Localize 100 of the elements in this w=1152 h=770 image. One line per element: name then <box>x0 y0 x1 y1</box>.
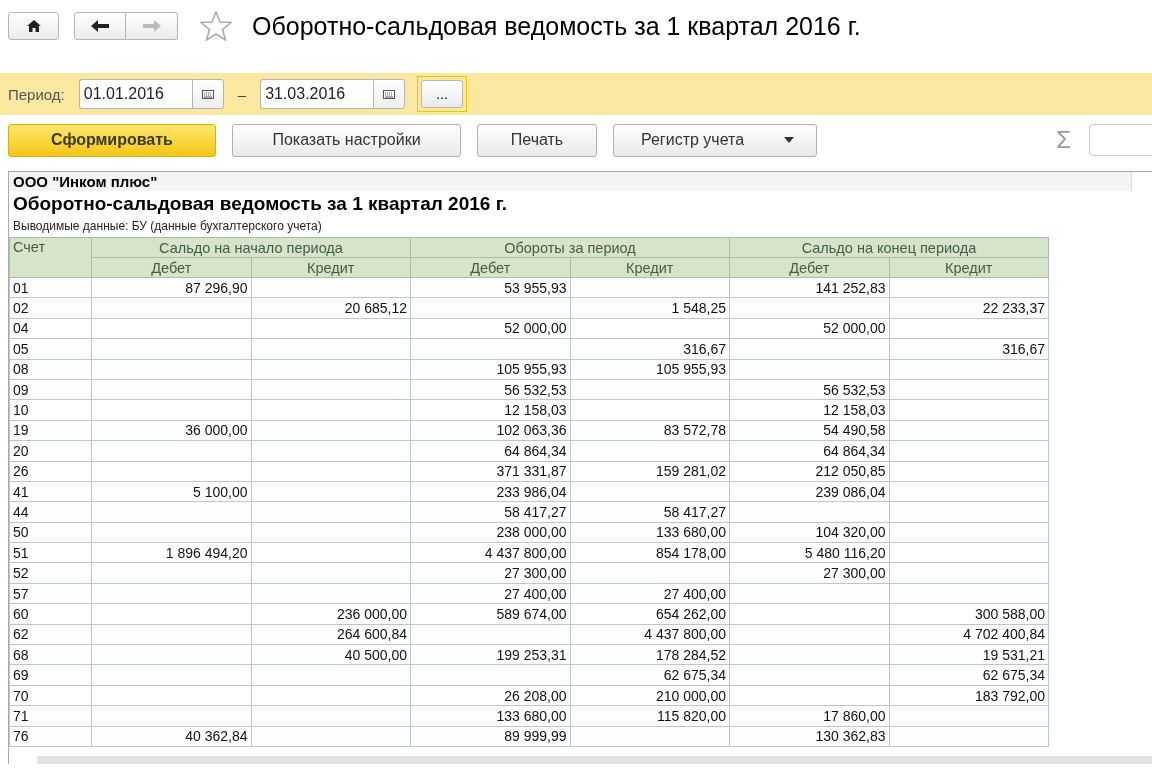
amount-cell: 5 100,00 <box>91 481 251 502</box>
right-arrow-icon <box>142 20 161 32</box>
amount-cell: 105 955,93 <box>570 359 730 380</box>
amount-cell: 212 050,85 <box>729 461 889 482</box>
toolbar-button[interactable]: Сформировать <box>8 123 216 157</box>
account-cell: 41 <box>9 481 92 502</box>
account-cell: 01 <box>9 277 92 298</box>
amount-cell: 115 820,00 <box>570 705 730 727</box>
amount-cell: 199 253,31 <box>410 644 570 665</box>
amount-cell: 40 500,00 <box>251 644 411 665</box>
period-select-button[interactable]: ... <box>421 80 464 108</box>
amount-cell: 89 999,99 <box>410 726 570 747</box>
amount-cell: 54 490,58 <box>729 420 889 441</box>
home-icon <box>26 20 41 32</box>
account-cell: 09 <box>9 379 92 400</box>
amount-cell: 58 417,27 <box>570 501 730 523</box>
amount-cell: 371 331,87 <box>410 461 570 482</box>
amount-cell: 300 588,00 <box>889 603 1049 625</box>
horizontal-scrollbar[interactable] <box>37 756 1152 764</box>
report-subtitle: Выводимые данные: БУ (данные бухгалтерского учета) <box>12 218 323 235</box>
amount-cell: 210 000,00 <box>570 685 730 706</box>
left-arrow-icon <box>91 20 109 32</box>
amount-cell: 589 674,00 <box>410 603 570 625</box>
back-button[interactable] <box>74 12 126 40</box>
amount-cell: 654 262,00 <box>570 603 730 625</box>
amount-cell: 4 437 800,00 <box>410 542 570 563</box>
sum-field[interactable] <box>1089 124 1152 156</box>
range-separator: – <box>237 85 247 103</box>
amount-cell: 52 000,00 <box>410 318 570 339</box>
amount-cell: 1 896 494,20 <box>91 542 251 563</box>
home-button[interactable] <box>8 12 59 40</box>
amount-cell: 1 548,25 <box>570 297 730 319</box>
amount-cell: 4 702 400,84 <box>889 624 1049 645</box>
caret-icon <box>784 137 795 143</box>
amount-cell: 316,67 <box>570 338 730 360</box>
toolbar-button[interactable]: Регистр учета <box>613 123 817 157</box>
amount-cell: 56 532,53 <box>729 379 889 400</box>
amount-cell: 12 158,03 <box>410 399 570 421</box>
calendar-icon[interactable] <box>201 89 214 99</box>
amount-cell: 64 864,34 <box>410 440 570 461</box>
amount-cell: 159 281,02 <box>570 461 730 482</box>
amount-cell: 264 600,84 <box>251 624 411 645</box>
amount-cell: 233 986,04 <box>410 481 570 502</box>
window-title: Оборотно-сальдовая ведомость за 1 квартал 2016 г. <box>252 11 861 41</box>
calendar-icon[interactable] <box>383 89 396 99</box>
account-cell: 08 <box>9 359 92 380</box>
period-label: Период: <box>8 85 65 103</box>
toolbar-button[interactable]: Печать <box>477 123 597 157</box>
amount-cell: 56 532,53 <box>410 379 570 400</box>
account-cell: 51 <box>9 542 92 563</box>
amount-cell: 105 955,93 <box>410 359 570 380</box>
amount-cell: 27 400,00 <box>570 583 730 604</box>
amount-cell: 4 437 800,00 <box>570 624 730 645</box>
account-cell: 70 <box>9 685 92 706</box>
account-cell: 62 <box>9 624 92 645</box>
amount-cell: 133 680,00 <box>570 522 730 543</box>
star-icon[interactable] <box>200 11 232 41</box>
account-cell: 20 <box>9 440 92 461</box>
amount-cell: 178 284,52 <box>570 644 730 665</box>
amount-cell: 104 320,00 <box>729 522 889 543</box>
account-cell: 44 <box>9 501 92 523</box>
account-cell: 02 <box>9 297 92 319</box>
amount-cell: 64 864,34 <box>729 440 889 461</box>
amount-cell: 239 086,04 <box>729 481 889 502</box>
account-cell: 68 <box>9 644 92 665</box>
date-from-field[interactable]: 01.01.2016 <box>78 79 192 109</box>
toolbar-button[interactable]: Показать настройки <box>232 123 461 157</box>
amount-cell: 87 296,90 <box>91 277 251 298</box>
account-cell: 19 <box>9 420 92 441</box>
amount-cell: 854 178,00 <box>570 542 730 563</box>
date-to-field[interactable]: 31.03.2016 <box>260 79 374 109</box>
amount-cell: 58 417,27 <box>410 501 570 523</box>
amount-cell: 20 685,12 <box>251 297 411 319</box>
amount-cell: 36 000,00 <box>91 420 251 441</box>
column-header: Счет <box>9 237 92 278</box>
column-group-header: Обороты за период <box>410 237 730 258</box>
account-cell: 57 <box>9 583 92 604</box>
amount-cell: 236 000,00 <box>251 603 411 625</box>
amount-cell: 17 860,00 <box>729 705 889 727</box>
column-group-header: Сальдо на конец периода <box>729 237 1049 258</box>
amount-cell: 102 063,36 <box>410 420 570 441</box>
account-cell: 05 <box>9 338 92 360</box>
amount-cell: 12 158,03 <box>729 399 889 421</box>
amount-cell: 27 300,00 <box>729 562 889 584</box>
account-cell: 76 <box>9 726 92 747</box>
amount-cell: 19 531,21 <box>889 644 1049 665</box>
column-group-header: Сальдо на начало периода <box>91 237 411 258</box>
amount-cell: 53 955,93 <box>410 277 570 298</box>
amount-cell: 62 675,34 <box>570 664 730 686</box>
account-cell: 69 <box>9 664 92 686</box>
amount-cell: 27 300,00 <box>410 562 570 584</box>
amount-cell: 141 252,83 <box>729 277 889 298</box>
amount-cell: 5 480 116,20 <box>729 542 889 563</box>
amount-cell: 40 362,84 <box>91 726 251 747</box>
account-cell: 60 <box>9 603 92 625</box>
report-title: Оборотно-сальдовая ведомость за 1 квартал 2016 г. <box>12 192 508 216</box>
sum-symbol: Σ <box>1056 126 1071 154</box>
amount-cell: 52 000,00 <box>729 318 889 339</box>
amount-cell: 130 362,83 <box>729 726 889 747</box>
account-cell: 10 <box>9 399 92 421</box>
